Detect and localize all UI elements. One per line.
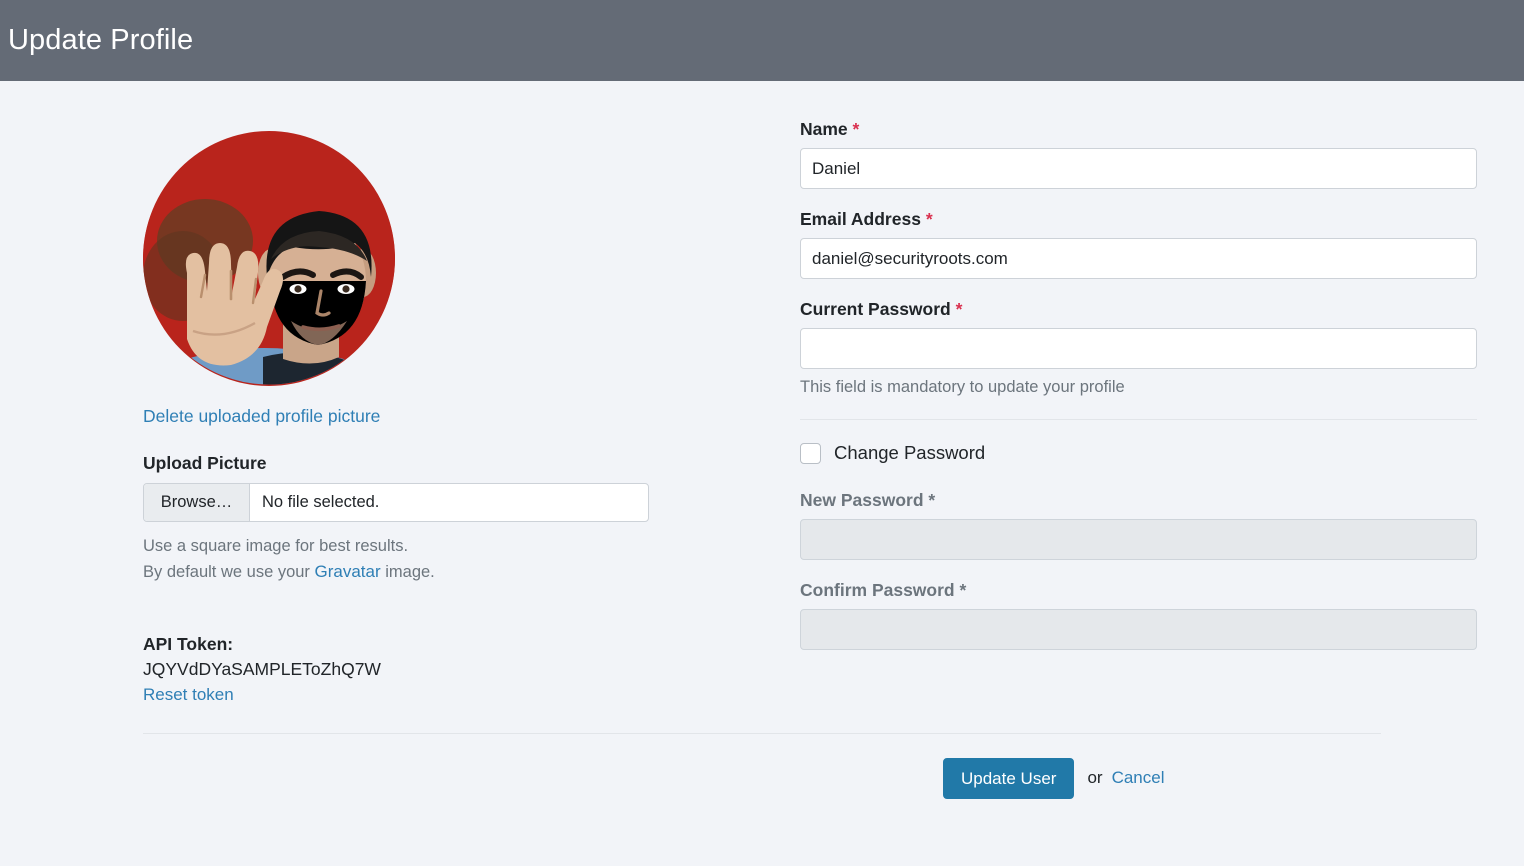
avatar-image [143,131,395,386]
form-columns: Delete uploaded profile picture Upload P… [0,81,1524,705]
field-current-password: Current Password * This field is mandato… [800,299,1519,397]
upload-hint-line-2: By default we use your Gravatar image. [143,559,670,586]
field-email: Email Address * [800,209,1519,279]
new-password-label-text: New Password [800,490,924,510]
current-password-help: This field is mandatory to update your p… [800,378,1125,396]
change-password-checkbox[interactable] [800,442,821,464]
required-asterisk: * [959,580,967,600]
profile-picture-column: Delete uploaded profile picture Upload P… [0,119,700,705]
upload-picture-label: Upload Picture [143,453,267,473]
required-asterisk: * [852,119,860,139]
page-title: Update Profile [8,24,194,56]
api-token-block: API Token: JQYVdDYaSAMPLEToZhQ7W Reset t… [143,634,670,705]
current-password-input[interactable] [800,328,1477,369]
name-label-text: Name [800,119,848,139]
email-label: Email Address * [800,209,1519,230]
browse-button[interactable]: Browse… [144,484,250,521]
field-new-password: New Password * [800,490,1519,560]
password-section-divider [800,419,1477,420]
field-name: Name * [800,119,1519,189]
selected-file-name: No file selected. [262,493,380,511]
avatar [143,131,395,386]
confirm-password-input[interactable] [800,609,1477,650]
account-details-column: Name * Email Address * Current Password … [700,119,1524,670]
change-password-row[interactable]: Change Password [800,442,1519,464]
reset-token-link[interactable]: Reset token [143,685,234,704]
current-password-label-text: Current Password [800,299,951,319]
name-input[interactable] [800,148,1477,189]
or-text: or [1087,768,1103,788]
api-token-value: JQYVdDYaSAMPLEToZhQ7W [143,658,381,679]
update-profile-page: Delete uploaded profile picture Upload P… [0,81,1524,799]
name-label: Name * [800,119,1519,140]
email-input[interactable] [800,238,1477,279]
confirm-password-label-text: Confirm Password [800,580,955,600]
required-asterisk: * [928,490,936,510]
change-password-label: Change Password [834,442,986,463]
upload-hint-line-1: Use a square image for best results. [143,537,409,555]
update-user-button[interactable]: Update User [943,757,1075,799]
upload-hint-suffix: image. [380,563,435,582]
required-asterisk: * [925,209,933,229]
cancel-link[interactable]: Cancel [1112,768,1165,788]
gravatar-link[interactable]: Gravatar [315,562,381,581]
confirm-password-label: Confirm Password * [800,580,1519,601]
email-label-text: Email Address [800,209,921,229]
field-confirm-password: Confirm Password * [800,580,1519,650]
delete-profile-picture-link[interactable]: Delete uploaded profile picture [143,406,380,427]
app-header: Update Profile [0,0,1524,81]
new-password-input[interactable] [800,519,1477,560]
form-actions: Update User or Cancel [0,734,1524,799]
required-asterisk: * [955,299,963,319]
upload-picture-input[interactable]: Browse… No file selected. [143,483,649,522]
upload-hint-prefix: By default we use your [143,563,315,582]
new-password-label: New Password * [800,490,1519,511]
upload-hint: Use a square image for best results. By … [143,533,670,586]
api-token-label: API Token: [143,633,234,654]
current-password-label: Current Password * [800,299,1519,320]
